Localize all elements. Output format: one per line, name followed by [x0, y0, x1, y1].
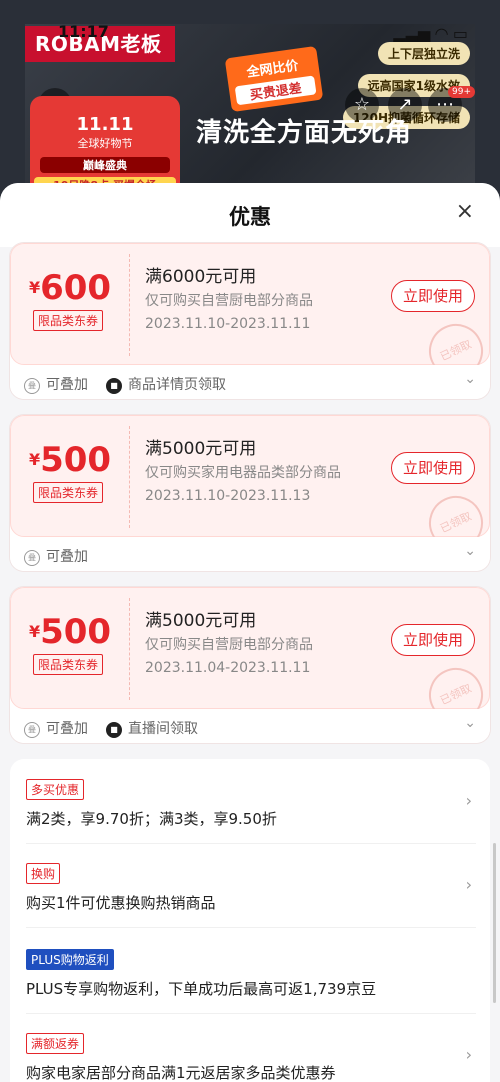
promotions-list: 多买优惠 满2类，享9.70折；满3类，享9.50折 › 换购 购买1件可优惠换…: [10, 759, 490, 1082]
promo-text: PLUS专享购物返利，下单成功后最高可返1,739京豆: [26, 980, 377, 998]
close-button[interactable]: ×: [456, 199, 474, 224]
coupon-condition: 满5000元可用: [145, 611, 257, 631]
stackable-tag: 叠可叠加: [24, 546, 88, 566]
coupon-body: ¥500 限品类东券 满5000元可用 仅可购买自营厨电部分商品 2023.11…: [10, 587, 490, 731]
status-icons: ▂▃▅ ◜◝ ▭: [393, 24, 468, 43]
coupon-divider: [129, 254, 130, 356]
coupon-type-badge: 限品类东券: [33, 654, 104, 675]
chevron-down-icon[interactable]: ⌄: [464, 715, 476, 731]
coupon-body: ¥500 限品类东券 满5000元可用 仅可购买家用电器品类部分商品 2023.…: [10, 415, 490, 559]
coupon-dates: 2023.11.10-2023.11.11: [145, 316, 311, 332]
chevron-right-icon: ›: [465, 1045, 472, 1064]
source-label: 商品详情页领取: [128, 377, 226, 393]
amount-value: 600: [40, 268, 112, 308]
use-now-button[interactable]: 立即使用: [391, 280, 475, 312]
promo-sub: 全球好物节: [77, 137, 133, 150]
coupon-footer[interactable]: 叠可叠加 ■ 商品详情页领取 ⌄: [10, 365, 490, 399]
promo-label: 多买优惠: [26, 779, 85, 800]
stack-icon: 叠: [24, 550, 40, 566]
feature-pill: 上下层独立洗: [377, 42, 470, 65]
chevron-down-icon[interactable]: ⌄: [464, 543, 476, 559]
coupon-condition: 满6000元可用: [145, 267, 257, 287]
source-label: 直播间领取: [128, 721, 198, 737]
use-now-button[interactable]: 立即使用: [391, 624, 475, 656]
message-count-badge: 99+: [448, 86, 475, 98]
coupon-scope: 仅可购买家用电器品类部分商品: [145, 465, 341, 481]
promo-label: 满额返券: [26, 1033, 85, 1054]
promo-item[interactable]: 多买优惠 满2类，享9.70折；满3类，享9.50折 ›: [26, 779, 472, 829]
chevron-down-icon[interactable]: ⌄: [464, 371, 476, 387]
coupon-type-badge: 限品类东券: [33, 482, 104, 503]
sheet-header: 优惠 ×: [0, 183, 500, 247]
stack-icon: 叠: [24, 722, 40, 738]
stackable-label: 可叠加: [46, 549, 88, 565]
stackable-tag: 叠可叠加: [24, 374, 88, 394]
coupon-card: ¥600 限品类东券 满6000元可用 仅可购买自营厨电部分商品 2023.11…: [10, 243, 490, 399]
coupon-scope: 仅可购买自营厨电部分商品: [145, 293, 313, 309]
source-icon: ■: [106, 378, 122, 394]
amount-value: 500: [40, 612, 112, 652]
coupon-card: ¥500 限品类东券 满5000元可用 仅可购买家用电器品类部分商品 2023.…: [10, 415, 490, 571]
chevron-right-icon: ›: [465, 791, 472, 810]
source-tag: ■ 直播间领取: [106, 718, 198, 738]
promo-item[interactable]: 换购 购买1件可优惠换购热销商品 ›: [26, 863, 472, 913]
coupon-amount: ¥500: [11, 612, 129, 652]
promo-mid: 巅峰盛典: [40, 157, 170, 173]
coupon-body: ¥600 限品类东券 满6000元可用 仅可购买自营厨电部分商品 2023.11…: [10, 243, 490, 387]
coupon-type-badge: 限品类东券: [33, 310, 104, 331]
coupon-footer[interactable]: 叠可叠加 ■ 直播间领取 ⌄: [10, 709, 490, 743]
coupon-amount: ¥600: [11, 268, 129, 308]
coupon-condition: 满5000元可用: [145, 439, 257, 459]
coupon-dates: 2023.11.10-2023.11.13: [145, 488, 311, 504]
stackable-label: 可叠加: [46, 721, 88, 737]
coupon-dates: 2023.11.04-2023.11.11: [145, 660, 311, 676]
stackable-tag: 叠可叠加: [24, 718, 88, 738]
promo-card: 11.11 全球好物节 巅峰盛典 10日晚8点 买爆全场: [30, 96, 180, 193]
promo-label: 换购: [26, 863, 61, 884]
status-time: 11:17: [58, 22, 109, 41]
coupon-footer[interactable]: 叠可叠加 ⌄: [10, 537, 490, 571]
use-now-button[interactable]: 立即使用: [391, 452, 475, 484]
coupon-amount: ¥500: [11, 440, 129, 480]
stack-icon: 叠: [24, 378, 40, 394]
promo-text: 购买1件可优惠换购热销商品: [26, 894, 216, 912]
product-hero: ROBAM老板 11:17 ▂▃▅ ◜◝ ▭ 全网比价 买贵退差 上下层独立洗 …: [0, 0, 500, 210]
amount-value: 500: [40, 440, 112, 480]
coupon-divider: [129, 598, 130, 700]
promo-item[interactable]: 满额返券 购家电家居部分商品满1元返居家多品类优惠券 ›: [26, 1033, 472, 1082]
chevron-right-icon: ›: [465, 875, 472, 894]
currency-symbol: ¥: [28, 622, 41, 641]
promo-text: 购家电家居部分商品满1元返居家多品类优惠券: [26, 1064, 336, 1082]
divider: [26, 843, 476, 844]
badge-line1: 全网比价: [245, 58, 300, 81]
coupon-card: ¥500 限品类东券 满5000元可用 仅可购买自营厨电部分商品 2023.11…: [10, 587, 490, 743]
coupon-scope: 仅可购买自营厨电部分商品: [145, 637, 313, 653]
plus-label: PLUS购物返利: [26, 949, 114, 970]
source-icon: ■: [106, 722, 122, 738]
coupon-divider: [129, 426, 130, 528]
currency-symbol: ¥: [28, 450, 41, 469]
close-icon: ×: [455, 199, 474, 224]
currency-symbol: ¥: [28, 278, 41, 297]
coupon-sheet: 优惠 × ¥600 限品类东券 满6000元可用 仅可购买自营厨电部分商品 20…: [0, 183, 500, 1082]
promo-item[interactable]: PLUS购物返利 PLUS专享购物返利，下单成功后最高可返1,739京豆: [26, 949, 466, 999]
stackable-label: 可叠加: [46, 377, 88, 393]
sheet-title: 优惠: [229, 205, 271, 229]
hero-headline: 清洗全方面无死角: [196, 118, 413, 148]
divider: [26, 927, 476, 928]
divider: [26, 1013, 476, 1014]
promo-title: 11.11: [76, 114, 134, 135]
scrollbar[interactable]: [493, 843, 496, 1003]
source-tag: ■ 商品详情页领取: [106, 374, 226, 394]
promo-text: 满2类，享9.70折；满3类，享9.50折: [26, 810, 277, 828]
